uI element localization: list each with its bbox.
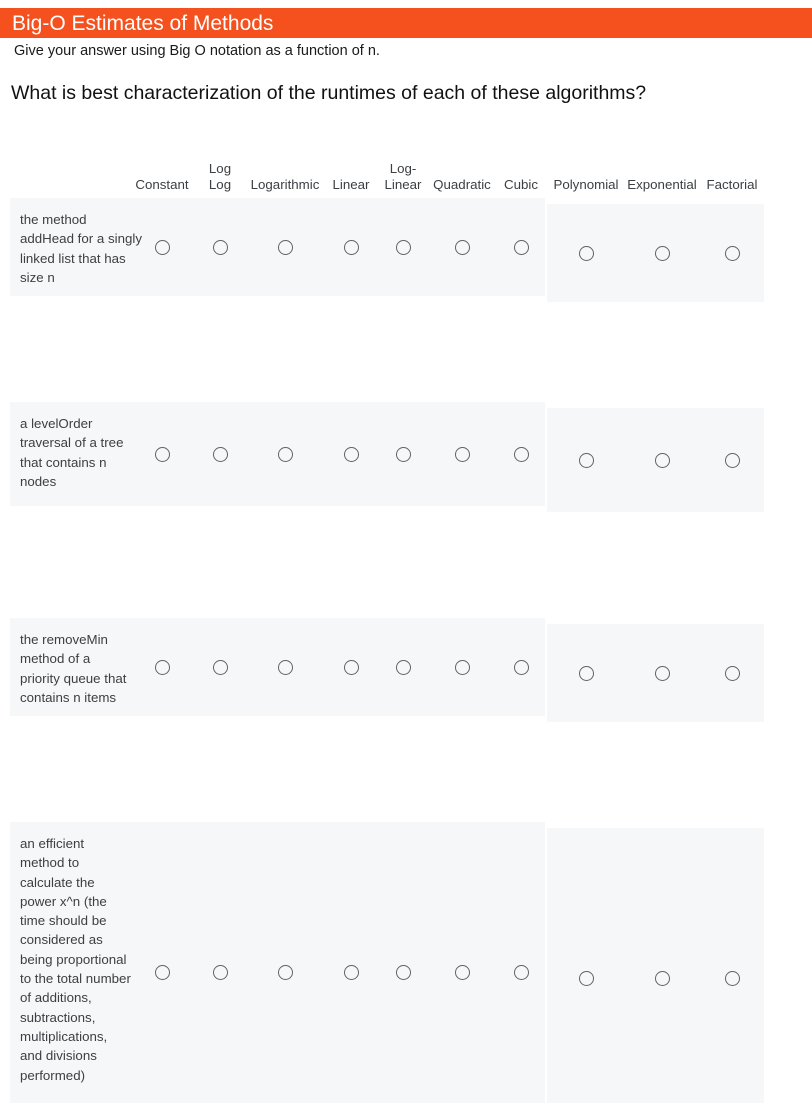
page-subtitle: Give your answer using Big O notation as… — [14, 43, 380, 59]
column-header-logarithmic: Logarithmic — [248, 150, 322, 198]
page-title: Big-O Estimates of Methods — [12, 11, 274, 35]
radio-r1-linear[interactable] — [343, 239, 359, 255]
column-header-log-linear: Log- Linear — [381, 150, 425, 198]
column-header-factorial: Factorial — [699, 150, 765, 198]
radio-r1-polynomial[interactable] — [578, 245, 594, 261]
matrix-column-headers: Constant Log Log Logarithmic Linear Log- Linea… — [0, 150, 812, 198]
column-header-linear: Linear — [328, 150, 374, 198]
column-header-constant: Constant — [133, 150, 191, 198]
page-title-bar: Big-O Estimates of Methods — [0, 8, 812, 38]
column-header-label: Polynomial — [553, 177, 619, 192]
column-header-label: Log Log — [208, 161, 232, 192]
radio-r1-quadratic[interactable] — [454, 239, 470, 255]
matrix-row: the runtime of the push method applied t… — [0, 918, 812, 1082]
radio-r1-constant[interactable] — [154, 239, 170, 255]
column-header-label: Logarithmic — [250, 177, 320, 192]
matrix-rows: the method addHead for a singly linked l… — [0, 198, 812, 1103]
radio-r1-cubic[interactable] — [513, 239, 529, 255]
matrix-row: an efficient method to calculate the pow… — [0, 510, 812, 1103]
column-header-label: Log- Linear — [384, 161, 422, 192]
radio-r1-log-log[interactable] — [212, 239, 228, 255]
row-label: the method addHead for a singly linked l… — [20, 212, 142, 285]
column-header-label: Factorial — [706, 177, 758, 192]
column-header-polynomial: Polynomial — [550, 150, 622, 198]
radio-r1-factorial[interactable] — [724, 245, 740, 261]
radio-r1-exponential[interactable] — [654, 245, 670, 261]
matrix-row: an efficient method to sort an array of … — [0, 814, 812, 918]
matrix-row: the removeMin method of a priority queue… — [0, 408, 812, 722]
column-header-label: Exponential — [627, 177, 697, 192]
column-header-log-log: Log Log — [203, 150, 237, 198]
matrix-row: the method addHead for a singly linked l… — [0, 198, 812, 302]
column-header-cubic: Cubic — [500, 150, 542, 198]
quiz-page: Big-O Estimates of Methods Give your ans… — [0, 0, 812, 1103]
column-header-quadratic: Quadratic — [431, 150, 493, 198]
column-header-label: Quadratic — [433, 177, 491, 192]
question-text: What is best characterization of the run… — [11, 82, 647, 104]
column-header-label: Cubic — [504, 177, 538, 192]
answer-matrix: Constant Log Log Logarithmic Linear Log- Linea… — [0, 150, 812, 1103]
column-header-exponential: Exponential — [620, 150, 704, 198]
radio-r1-log-linear[interactable] — [395, 239, 411, 255]
matrix-row: a levelOrder traversal of a tree that co… — [0, 300, 812, 512]
radio-r1-logarithmic[interactable] — [277, 239, 293, 255]
column-header-label: Constant — [135, 177, 189, 192]
column-header-label: Linear — [332, 177, 370, 192]
